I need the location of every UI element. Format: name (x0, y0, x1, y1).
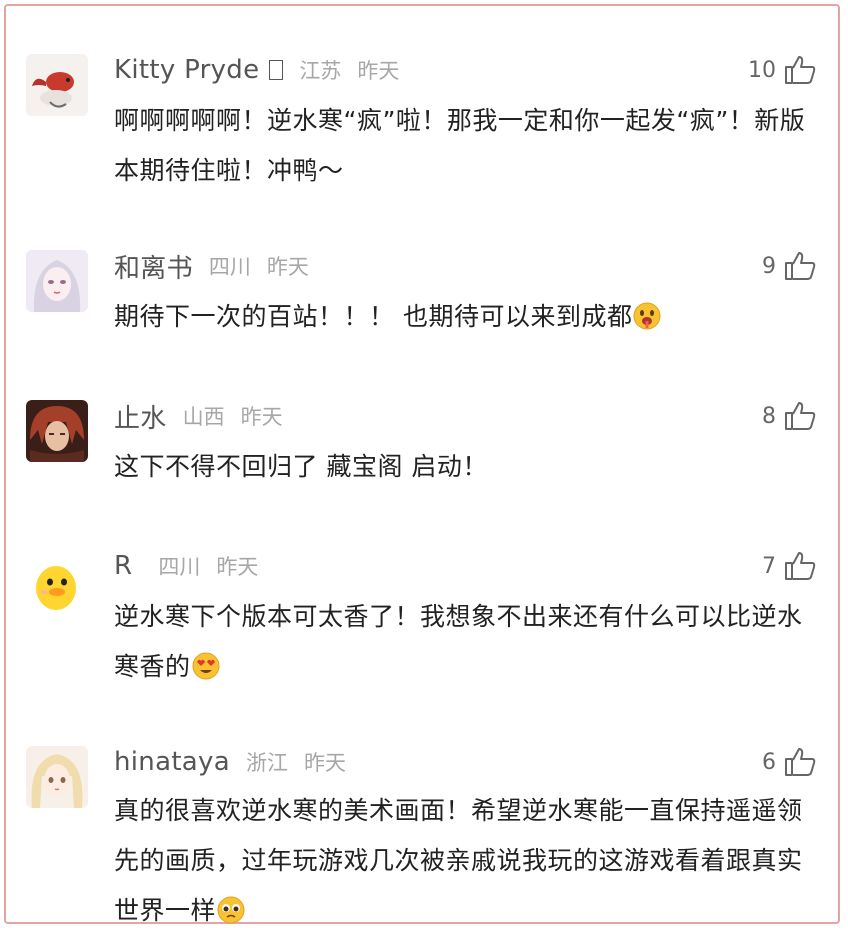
like-button[interactable]: 8 (762, 396, 816, 436)
location: 四川 (158, 555, 201, 579)
username[interactable]: Kitty Pryde (114, 55, 259, 85)
comment-text: 逆水寒下个版本可太香了！我想象不出来还有什么可以比逆水寒香的 (114, 592, 814, 692)
thumbs-up-icon[interactable] (784, 251, 816, 281)
avatar[interactable] (26, 250, 88, 312)
badge-icon (269, 60, 284, 80)
comment-meta: hinataya 浙江 昨天 (114, 742, 346, 782)
location: 四川 (208, 255, 251, 279)
anime-girl-avatar-icon (26, 250, 88, 312)
comment-text: 期待下一次的百站！！！ 也期待可以来到成都 (114, 292, 814, 342)
koi-fish-avatar-icon (26, 54, 88, 116)
drooling-face-emoji-icon (632, 298, 662, 330)
comment-text: 啊啊啊啊啊！逆水寒“疯”啦！那我一定和你一起发“疯”！新版本期待住啦！冲鸭～ (114, 96, 814, 196)
like-button[interactable]: 7 (762, 546, 816, 586)
thumbs-up-icon[interactable] (784, 747, 816, 777)
comment-body: 啊啊啊啊啊！逆水寒“疯”啦！那我一定和你一起发“疯”！新版本期待住啦！冲鸭～ (114, 106, 806, 185)
heart-eyes-emoji-icon (191, 648, 221, 680)
avatar[interactable] (26, 54, 88, 116)
comment-body: 期待下一次的百站！！！ 也期待可以来到成都 (114, 302, 633, 331)
like-count: 9 (762, 253, 776, 279)
like-button[interactable]: 10 (748, 50, 816, 90)
comment-text: 真的很喜欢逆水寒的美术画面！希望逆水寒能一直保持遥遥领先的画质，过年玩游戏几次被… (114, 786, 814, 936)
timestamp: 昨天 (303, 751, 346, 775)
blonde-girl-avatar-icon (26, 746, 88, 808)
username[interactable]: 止水 (114, 398, 167, 435)
comment-meta: 止水 山西 昨天 (114, 396, 283, 436)
timestamp: 昨天 (216, 555, 259, 579)
like-count: 8 (762, 403, 776, 429)
timestamp: 昨天 (240, 405, 283, 429)
comment-list: Kitty Pryde 江苏 昨天 10 啊啊啊啊啊！逆水寒“疯”啦！那我一定和… (4, 4, 840, 925)
thumbs-up-icon[interactable] (784, 551, 816, 581)
username[interactable]: R (114, 551, 132, 581)
thumbs-up-icon[interactable] (784, 401, 816, 431)
username[interactable]: hinataya (114, 747, 230, 777)
comment-meta: R 四川 昨天 (114, 546, 258, 586)
like-button[interactable]: 6 (762, 742, 816, 782)
like-count: 6 (762, 749, 776, 775)
comment-meta: 和离书 四川 昨天 (114, 246, 309, 286)
pleading-face-emoji-icon (216, 892, 246, 924)
thumbs-up-icon[interactable] (784, 55, 816, 85)
comment-meta: Kitty Pryde 江苏 昨天 (114, 50, 399, 90)
avatar[interactable] (26, 552, 88, 614)
like-button[interactable]: 9 (762, 246, 816, 286)
avatar[interactable] (26, 746, 88, 808)
timestamp: 昨天 (357, 59, 400, 83)
like-count: 7 (762, 553, 776, 579)
timestamp: 昨天 (266, 255, 309, 279)
location: 浙江 (245, 751, 288, 775)
yellow-duck-avatar-icon (26, 552, 88, 614)
location: 江苏 (299, 59, 342, 83)
like-count: 10 (748, 57, 776, 83)
location: 山西 (182, 405, 225, 429)
avatar[interactable] (26, 400, 88, 462)
comment-body: 这下不得不回归了 藏宝阁 启动！ (114, 452, 488, 481)
username[interactable]: 和离书 (114, 248, 193, 285)
comment-text: 这下不得不回归了 藏宝阁 启动！ (114, 442, 814, 492)
red-hair-character-avatar-icon (26, 400, 88, 462)
